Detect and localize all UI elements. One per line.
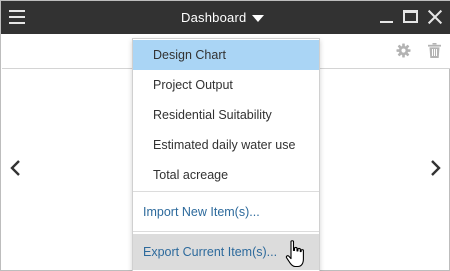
import-items-link[interactable]: Import New Item(s)...: [133, 194, 319, 230]
dashboard-dropdown-toggle[interactable]: Dashboard: [181, 1, 265, 34]
window-title: Dashboard: [181, 10, 247, 25]
hand-cursor-icon: [285, 240, 304, 268]
hamburger-icon[interactable]: [9, 10, 25, 24]
menu-item-design-chart[interactable]: Design Chart: [133, 40, 319, 70]
menu-divider: [133, 191, 319, 192]
gear-icon[interactable]: [396, 43, 411, 58]
minimize-icon[interactable]: [379, 10, 395, 25]
menu-item-total-acreage[interactable]: Total acreage: [133, 160, 319, 190]
menu-item-estimated-daily-water-use[interactable]: Estimated daily water use: [133, 130, 319, 160]
trash-icon[interactable]: [428, 43, 441, 58]
chevron-left-icon[interactable]: [9, 159, 23, 177]
dashboard-dropdown-menu: Design Chart Project Output Residential …: [132, 38, 320, 271]
menu-divider: [133, 231, 319, 232]
menu-item-residential-suitability[interactable]: Residential Suitability: [133, 100, 319, 130]
title-bar: Dashboard: [1, 1, 450, 34]
caret-down-icon: [252, 15, 265, 22]
chevron-right-icon[interactable]: [428, 159, 442, 177]
menu-item-project-output[interactable]: Project Output: [133, 70, 319, 100]
maximize-icon[interactable]: [403, 10, 418, 23]
dashboard-window: Dashboard Design Chart Project Output Re…: [0, 0, 450, 271]
close-icon[interactable]: [427, 9, 443, 25]
